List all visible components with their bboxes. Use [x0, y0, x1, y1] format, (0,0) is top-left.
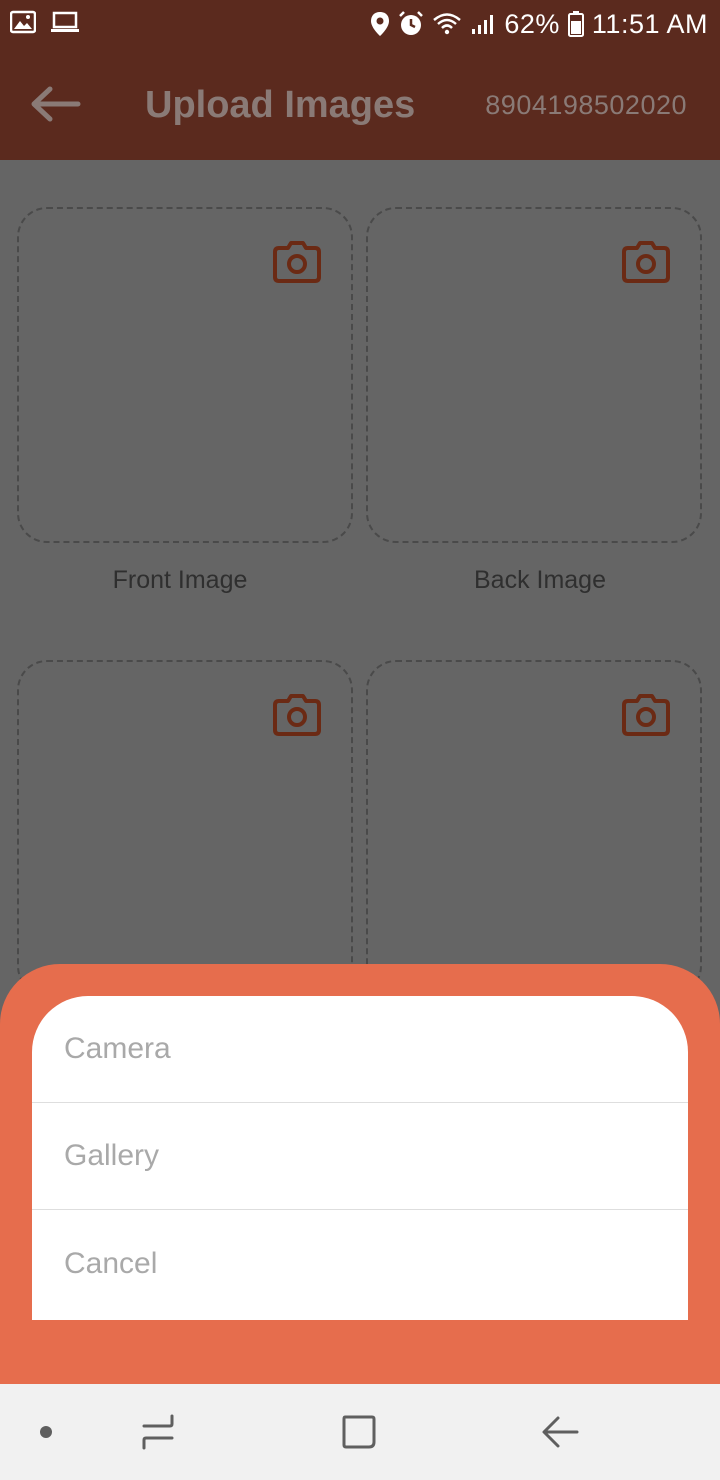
image-source-bottom-sheet: Camera Gallery Cancel: [0, 964, 720, 1384]
recents-button[interactable]: [138, 1412, 178, 1452]
home-icon: [342, 1415, 376, 1449]
recents-icon: [142, 1414, 174, 1450]
gallery-option[interactable]: Gallery: [32, 1103, 688, 1210]
back-icon: [542, 1416, 579, 1448]
clock: 11:51 AM: [591, 8, 708, 39]
dot-icon: [40, 1426, 52, 1438]
camera-icon[interactable]: [622, 694, 670, 736]
image-upload-tile-4[interactable]: [366, 660, 702, 996]
battery-icon: [567, 11, 584, 37]
front-image-upload-tile[interactable]: [17, 207, 353, 543]
camera-icon[interactable]: [273, 241, 321, 283]
status-right-area: 62% 11:51 AM: [370, 6, 708, 42]
camera-icon[interactable]: [622, 241, 670, 283]
system-nav-bar: [0, 1384, 720, 1480]
image-upload-tile-3[interactable]: [17, 660, 353, 996]
gallery-icon: [10, 10, 36, 34]
back-image-upload-tile[interactable]: [366, 207, 702, 543]
cancel-option[interactable]: Cancel: [32, 1210, 688, 1317]
status-left-icons: [10, 10, 80, 34]
battery-percent: 62%: [504, 8, 560, 39]
page-title: Upload Images: [145, 84, 416, 126]
alarm-icon: [399, 11, 424, 35]
home-button[interactable]: [339, 1412, 379, 1452]
back-image-label: Back Image: [473, 566, 606, 594]
back-arrow-button[interactable]: [28, 84, 84, 124]
wifi-icon: [433, 13, 462, 35]
barcode-number: 8904198502020: [485, 90, 687, 120]
app-bar: Upload Images 8904198502020: [0, 48, 720, 160]
camera-option[interactable]: Camera: [32, 996, 688, 1103]
back-arrow-icon: [31, 86, 81, 122]
system-back-button[interactable]: [540, 1412, 580, 1452]
status-bar: 62% 11:51 AM: [0, 0, 720, 48]
front-image-label: Front Image: [112, 566, 248, 594]
camera-icon[interactable]: [273, 694, 321, 736]
location-icon: [371, 12, 390, 36]
signal-icon: [472, 15, 494, 34]
dot-button[interactable]: [26, 1412, 66, 1452]
options-card: Camera Gallery Cancel: [32, 996, 688, 1320]
laptop-icon: [51, 11, 79, 32]
